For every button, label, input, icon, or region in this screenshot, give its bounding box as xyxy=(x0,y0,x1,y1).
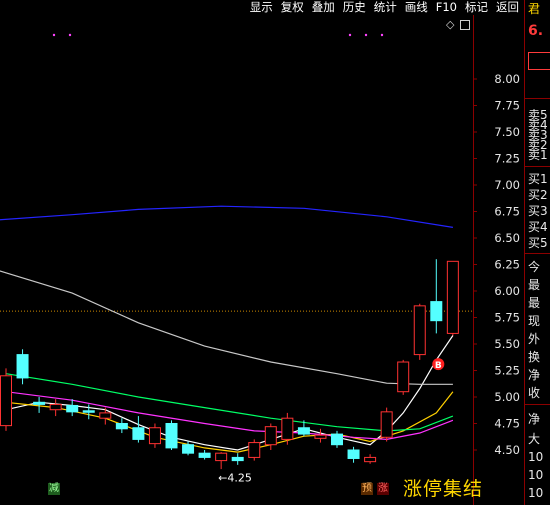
toolbar-history[interactable]: 历史 xyxy=(339,0,370,15)
candle-body xyxy=(99,412,112,419)
toolbar-adjust[interactable]: 复权 xyxy=(277,0,308,15)
current-price: 6. xyxy=(528,23,544,39)
signal-dot xyxy=(380,33,384,37)
candle-body xyxy=(347,449,360,459)
row-label: 10 xyxy=(528,486,544,500)
limit-up-badge: 涨 xyxy=(377,483,389,495)
panel-divider xyxy=(525,404,550,405)
y-tick-label: 6.25 xyxy=(494,258,520,272)
candle-body xyxy=(66,404,79,413)
candle-body xyxy=(314,434,327,439)
open-label: 今 xyxy=(528,260,541,274)
quote-panel: 君 6. 卖5 卖4 卖3 卖2 卖1 买1 买2 买3 买4 买5 今 最 最… xyxy=(524,0,550,505)
toolbar-back[interactable]: 返回 xyxy=(492,0,523,15)
y-tick-label: 5.75 xyxy=(494,311,520,325)
y-tick-label: 4.50 xyxy=(494,443,520,457)
y-tick-label: 6.75 xyxy=(494,205,520,219)
y-tick-label: 6.00 xyxy=(494,284,520,298)
signal-dot xyxy=(364,33,368,37)
candle-body xyxy=(165,423,178,449)
toolbar-display[interactable]: 显示 xyxy=(246,0,277,15)
candle-body xyxy=(264,426,277,446)
y-tick-label: 7.00 xyxy=(494,178,520,192)
diamond-icon[interactable]: ◇ xyxy=(446,18,454,31)
y-tick-label: 5.25 xyxy=(494,364,520,378)
candle-body xyxy=(215,452,228,462)
y-tick-label: 5.00 xyxy=(494,390,520,404)
y-tick-label: 7.25 xyxy=(494,152,520,166)
toolbar-stats[interactable]: 统计 xyxy=(370,0,401,15)
row-label: 10 xyxy=(528,468,544,482)
signal-dot xyxy=(348,33,352,37)
bid2-label: 买2 xyxy=(528,188,548,202)
y-tick-label: 7.50 xyxy=(494,125,520,139)
bid5-label: 买5 xyxy=(528,236,548,250)
signal-dot xyxy=(68,33,72,37)
toolbar-overlay[interactable]: 叠加 xyxy=(308,0,339,15)
low-label: 最 xyxy=(528,296,541,310)
candle-body xyxy=(231,456,244,462)
candle-body xyxy=(182,444,195,454)
y-tick-label: 8.00 xyxy=(494,72,520,86)
moving-average-line xyxy=(0,270,453,385)
candle-body xyxy=(248,442,261,458)
bid1-label: 买1 xyxy=(528,172,548,186)
candlestick-chart[interactable]: 8.00 7.75 7.50 7.25 7.00 6.75 6.50 6.25 6.00 5.75… xyxy=(0,15,523,505)
toolbar-f10[interactable]: F10 xyxy=(432,0,461,15)
candle-body xyxy=(0,375,12,427)
panel-divider xyxy=(525,166,550,167)
moving-average-line xyxy=(0,205,453,228)
y-tick-label: 5.50 xyxy=(494,337,520,351)
outer-label: 外 xyxy=(528,332,541,346)
y-tick-label: 6.50 xyxy=(494,231,520,245)
ask1-label: 卖1 xyxy=(528,148,548,162)
axis-divider xyxy=(473,15,474,505)
toolbar-mark[interactable]: 标记 xyxy=(461,0,492,15)
candle-body xyxy=(413,305,426,356)
candle-body xyxy=(82,410,95,413)
candle-body xyxy=(380,411,393,438)
stock-name: 君 xyxy=(528,2,541,16)
candle-body xyxy=(297,427,310,435)
forecast-badge: 预 xyxy=(361,483,373,495)
candle-body xyxy=(364,456,377,463)
signal-dot xyxy=(52,33,56,37)
buy-signal-label: B xyxy=(435,361,442,371)
y-tick-label: 7.75 xyxy=(494,99,520,113)
y-tick-label: 4.75 xyxy=(494,417,520,431)
net-flow-label: 净 xyxy=(528,412,541,426)
row-label: 10 xyxy=(528,450,544,464)
panel-divider xyxy=(525,98,550,99)
square-icon[interactable] xyxy=(460,20,470,30)
candle-body xyxy=(33,401,46,405)
chart-toolbar: 显示 复权 叠加 历史 统计 画线 F10 标记 返回 xyxy=(0,0,523,15)
bid4-label: 买4 xyxy=(528,220,548,234)
bid3-label: 买3 xyxy=(528,204,548,218)
candle-body xyxy=(49,403,62,411)
candle-body xyxy=(281,417,294,440)
candle-body xyxy=(430,301,443,322)
volume-label: 现 xyxy=(528,314,541,328)
candle-body xyxy=(132,427,145,440)
reduce-badge: 减 xyxy=(48,483,60,495)
panel-divider xyxy=(525,253,550,254)
turnover-label: 换 xyxy=(528,350,541,364)
big-order-label: 大 xyxy=(528,432,541,446)
low-price-marker: ←4.25 xyxy=(218,472,252,485)
candle-body xyxy=(148,427,161,445)
income-label: 收 xyxy=(528,386,541,400)
net-label: 净 xyxy=(528,368,541,382)
quote-box[interactable] xyxy=(528,52,550,70)
candle-body xyxy=(16,354,29,379)
candle-body xyxy=(446,260,459,334)
candle-body xyxy=(331,433,343,446)
toolbar-draw[interactable]: 画线 xyxy=(401,0,432,15)
candle-body xyxy=(198,452,211,458)
candle-body xyxy=(115,423,128,430)
limit-up-text: 涨停集结 xyxy=(403,478,484,500)
high-label: 最 xyxy=(528,278,541,292)
candle-body xyxy=(397,361,410,393)
